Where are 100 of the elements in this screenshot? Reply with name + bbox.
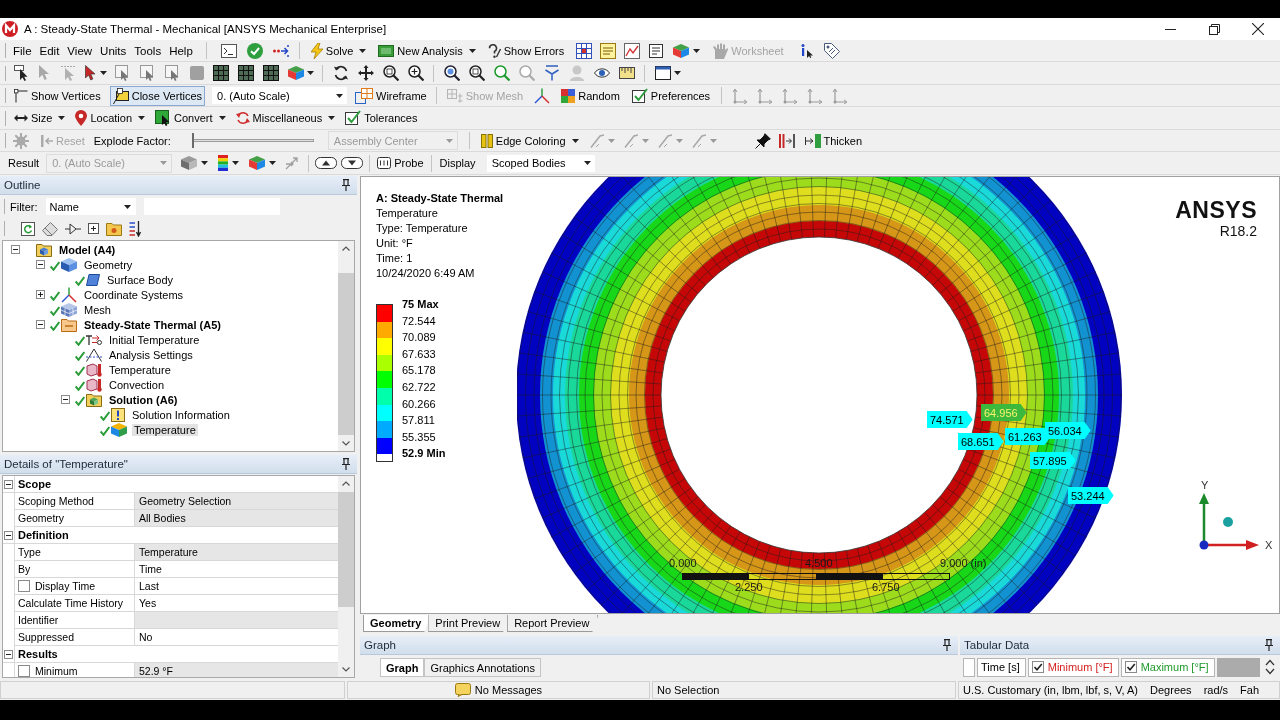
- panel-tab[interactable]: Graph: [380, 658, 425, 677]
- split-bars-icon[interactable]: [778, 133, 795, 148]
- tree-item[interactable]: Surface Body: [105, 273, 176, 286]
- caret-icon[interactable]: [674, 71, 681, 75]
- sticky-note-icon[interactable]: [600, 42, 617, 59]
- menu-item[interactable]: Tools: [130, 42, 166, 59]
- caret-icon[interactable]: [269, 161, 277, 165]
- scale-select[interactable]: 0. (Auto Scale): [211, 86, 348, 105]
- probe-label[interactable]: 53.244: [1068, 487, 1114, 504]
- eye-icon[interactable]: [593, 67, 610, 79]
- property-value[interactable]: Temperature: [135, 544, 338, 561]
- pushpin-icon[interactable]: [754, 132, 771, 149]
- menu-item[interactable]: Help: [165, 42, 197, 59]
- collapse-icon[interactable]: [4, 649, 13, 659]
- caret-icon[interactable]: [232, 161, 240, 165]
- thicken-button[interactable]: Thicken: [801, 130, 866, 151]
- view-tab[interactable]: Report Preview: [507, 615, 599, 632]
- show-vertices-button[interactable]: Show Vertices: [11, 85, 104, 106]
- restore-icon[interactable]: [1208, 23, 1220, 35]
- zoom-icon[interactable]: [382, 65, 399, 81]
- box-select-icon[interactable]: [164, 65, 181, 81]
- new-analysis-button[interactable]: New Analysis: [375, 40, 479, 61]
- probe-label[interactable]: 56.034: [1045, 422, 1091, 439]
- chevron-up-icon[interactable]: [342, 246, 350, 251]
- folder-icon[interactable]: [106, 221, 122, 236]
- tree-item[interactable]: Temperature: [132, 423, 198, 436]
- close-icon[interactable]: [1252, 23, 1264, 35]
- probe-label[interactable]: 68.651: [958, 433, 1004, 450]
- chevron-down-icon[interactable]: [342, 441, 350, 446]
- cube-icon[interactable]: [181, 156, 198, 170]
- pin-icon[interactable]: [342, 458, 350, 470]
- checkbox[interactable]: [18, 665, 30, 677]
- property-value[interactable]: Geometry Selection: [135, 493, 338, 510]
- panel-tab[interactable]: Graphics Annotations: [424, 658, 541, 677]
- location-button[interactable]: Location: [72, 108, 148, 128]
- expand-icon[interactable]: [36, 290, 45, 299]
- scrollbar-thumb[interactable]: [338, 492, 354, 607]
- collapse-icon[interactable]: [4, 530, 13, 540]
- close-vertices-button[interactable]: Close Vertices: [109, 85, 205, 106]
- eraser-icon[interactable]: [42, 221, 58, 236]
- wireframe-button[interactable]: Wireframe: [352, 85, 430, 106]
- property-value[interactable]: All Bodies: [135, 510, 338, 527]
- zoom-in-icon[interactable]: [407, 65, 424, 81]
- checkbox[interactable]: [18, 580, 30, 592]
- max-icon[interactable]: [315, 157, 338, 169]
- move-icon[interactable]: [357, 65, 374, 81]
- checkbox[interactable]: [1031, 661, 1044, 673]
- triangle-line-icon[interactable]: [65, 222, 81, 235]
- zoom-icon[interactable]: [468, 65, 485, 81]
- grid-icon[interactable]: [237, 65, 254, 81]
- tree-item[interactable]: Steady-State Thermal (A5): [82, 318, 223, 331]
- tree-item[interactable]: Mesh: [82, 303, 113, 316]
- window-icon[interactable]: [654, 66, 671, 80]
- color-cube-icon[interactable]: [287, 66, 304, 80]
- probe-label[interactable]: 57.895: [1030, 452, 1076, 469]
- scrollbar-thumb[interactable]: [338, 273, 354, 435]
- tag-icon[interactable]: [823, 42, 840, 59]
- scrollbar[interactable]: [338, 476, 354, 677]
- grid-icon[interactable]: [212, 65, 229, 81]
- axes-icon[interactable]: [534, 87, 551, 104]
- pin-icon[interactable]: [1265, 639, 1273, 651]
- check-circle-icon[interactable]: [246, 42, 263, 59]
- slider-thumb[interactable]: [191, 133, 194, 148]
- solve-button[interactable]: Solve: [307, 40, 370, 61]
- iso-view-icon[interactable]: [543, 65, 560, 81]
- tree-item[interactable]: Model (A4): [57, 243, 118, 256]
- menu-item[interactable]: File: [9, 42, 36, 59]
- collapse-icon[interactable]: [61, 395, 70, 404]
- graph-icon[interactable]: [624, 42, 641, 59]
- up-down-arrows-icon[interactable]: [1265, 659, 1275, 675]
- caret-icon[interactable]: [201, 161, 209, 165]
- edge-coloring-button[interactable]: Edge Coloring: [477, 130, 582, 151]
- tree-item[interactable]: Geometry: [82, 258, 135, 271]
- display-select[interactable]: Scoped Bodies: [485, 153, 596, 173]
- rotate-icon[interactable]: [332, 65, 349, 81]
- box-select-icon[interactable]: [139, 65, 156, 81]
- terminal-icon[interactable]: [220, 43, 237, 58]
- cursor-icon[interactable]: [84, 65, 97, 81]
- collapse-icon[interactable]: [36, 320, 45, 329]
- tree-item[interactable]: Solution Information: [130, 408, 232, 421]
- probe-button[interactable]: Probe: [374, 153, 427, 173]
- size-button[interactable]: Size: [11, 108, 69, 128]
- preferences-button[interactable]: Preferences: [628, 85, 714, 106]
- menu-item[interactable]: View: [63, 42, 97, 59]
- collapse-icon[interactable]: [11, 245, 20, 254]
- refresh-icon[interactable]: [21, 221, 35, 236]
- view-tab[interactable]: Geometry: [363, 615, 431, 632]
- color-bar-icon[interactable]: [218, 155, 229, 171]
- pin-icon[interactable]: [943, 639, 951, 651]
- dotted-arrow-icon[interactable]: [272, 44, 289, 57]
- plus-box-icon[interactable]: [88, 223, 99, 234]
- property-value[interactable]: 52.9 °F: [135, 663, 338, 677]
- tree-item[interactable]: Coordinate Systems: [82, 288, 186, 301]
- collapse-icon[interactable]: [4, 479, 13, 489]
- tree-item[interactable]: Convection: [107, 378, 167, 391]
- checkbox[interactable]: [1124, 661, 1137, 673]
- minimize-icon[interactable]: [1164, 28, 1176, 30]
- random-button[interactable]: Random: [558, 85, 623, 106]
- menu-item[interactable]: Units: [96, 42, 131, 59]
- sort-icon[interactable]: [129, 220, 141, 237]
